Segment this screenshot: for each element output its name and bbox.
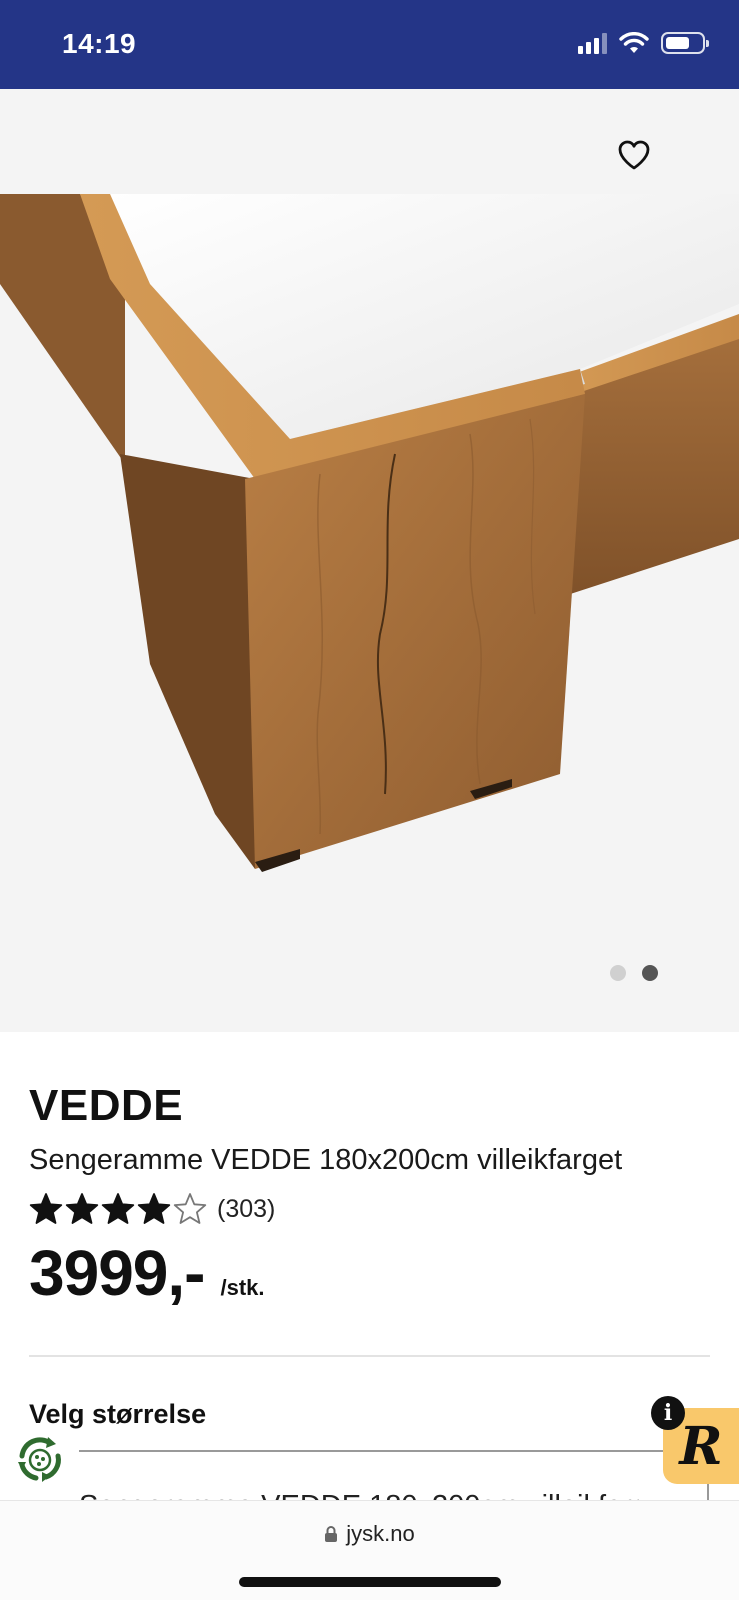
status-bar: 14:19 [0, 0, 739, 89]
review-widget-logo: R [679, 1415, 723, 1477]
star-filled-icon [65, 1193, 99, 1224]
home-indicator[interactable] [239, 1577, 501, 1587]
battery-fill [666, 37, 689, 49]
price-unit: /stk. [220, 1275, 265, 1300]
review-count[interactable]: (303) [217, 1195, 275, 1224]
status-icons [578, 32, 709, 54]
info-icon[interactable]: i [651, 1396, 685, 1430]
product-rating[interactable]: (303) [29, 1192, 275, 1226]
recycle-icon [14, 1434, 66, 1486]
product-brand: VEDDE [29, 1081, 184, 1130]
heart-outline-icon [618, 140, 650, 170]
product-image[interactable] [0, 194, 739, 894]
status-time: 14:19 [62, 28, 137, 59]
product-price: 3999,- [29, 1237, 205, 1309]
product-name: Sengeramme VEDDE 180x200cm villeikfarget [29, 1144, 623, 1176]
size-selector-label: Velg størrelse [29, 1399, 207, 1429]
star-empty-icon [173, 1193, 207, 1224]
cellular-signal-icon [578, 32, 607, 54]
wifi-icon [619, 32, 649, 53]
star-filled-icon [29, 1193, 63, 1224]
product-gallery[interactable] [0, 89, 739, 1032]
price-row: 3999,- /stk. [29, 1236, 265, 1310]
carousel-dot-2[interactable] [642, 965, 658, 981]
screen: 14:19 VEDDE Sengeramme VEDDE 180x200cm v… [0, 0, 739, 1600]
favorite-button[interactable] [612, 133, 656, 177]
carousel-dots [0, 965, 739, 985]
lock-icon [325, 1526, 338, 1542]
divider [29, 1355, 710, 1357]
star-filled-icon [101, 1193, 135, 1224]
battery-icon [661, 32, 709, 54]
star-filled-icon [137, 1193, 171, 1224]
recycle-badge-icon[interactable] [12, 1432, 68, 1488]
rating-stars [29, 1192, 207, 1226]
browser-bar: jysk.no [0, 1500, 739, 1600]
url-bar[interactable]: jysk.no [0, 1521, 739, 1547]
carousel-dot-1[interactable] [610, 965, 626, 981]
url-text[interactable]: jysk.no [346, 1521, 414, 1547]
